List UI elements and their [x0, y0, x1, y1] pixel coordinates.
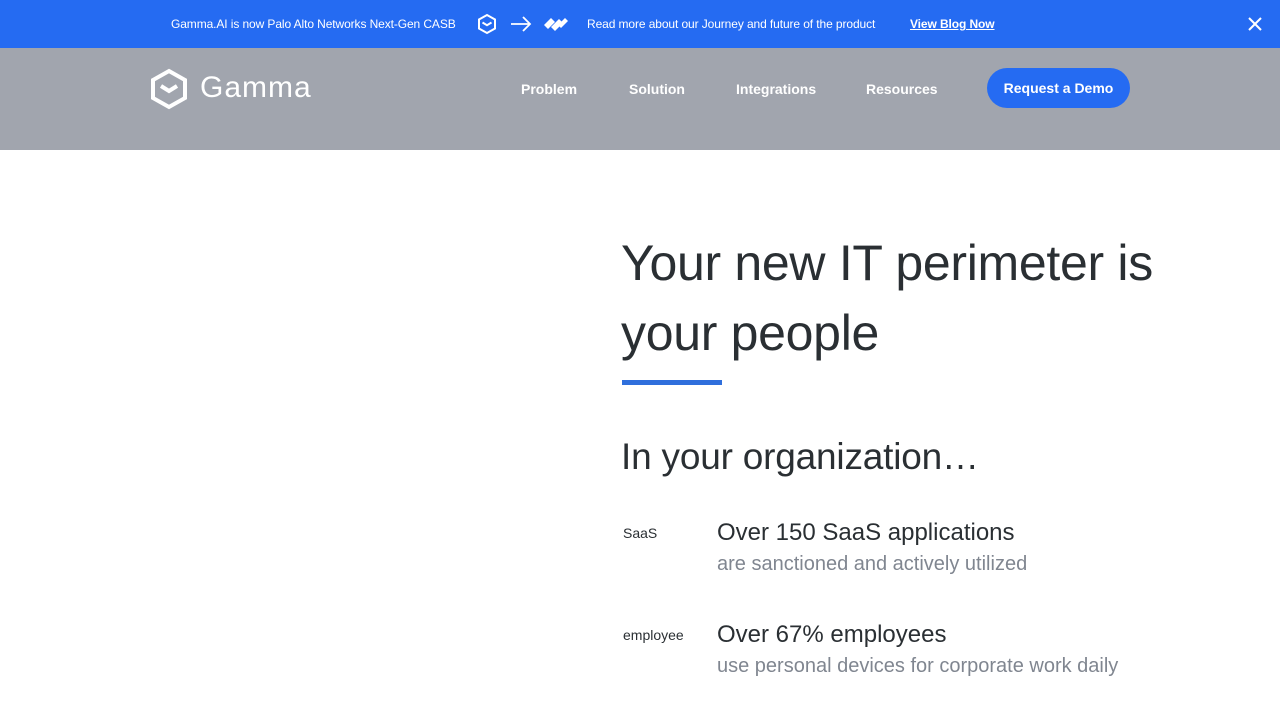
- nav-solution[interactable]: Solution: [629, 81, 685, 97]
- nav-resources[interactable]: Resources: [866, 81, 938, 97]
- hero-title: Your new IT perimeter is your people: [621, 235, 1153, 361]
- stat-subtext: use personal devices for corporate work …: [717, 655, 1119, 677]
- saas-image: SaaS: [622, 525, 657, 541]
- gamma-hexagon-icon: [151, 68, 187, 110]
- employee-image: employee: [622, 627, 684, 643]
- image-alt-text: SaaS: [623, 525, 658, 541]
- announcement-text: Gamma.AI is now Palo Alto Networks Next-…: [171, 17, 456, 31]
- logo-wordmark: Gamma: [200, 71, 312, 104]
- view-blog-link[interactable]: View Blog Now: [910, 17, 995, 31]
- image-alt-text: employee: [623, 627, 684, 643]
- stat-headline: Over 150 SaaS applications: [717, 519, 1015, 546]
- gamma-logo-icon: [478, 13, 496, 35]
- stat-headline: Over 67% employees: [717, 621, 947, 648]
- organization-heading: In your organization…: [621, 436, 979, 477]
- announcement-subtext: Read more about our Journey and future o…: [587, 17, 876, 31]
- arrow-right-icon: [511, 16, 532, 32]
- close-icon[interactable]: [1245, 14, 1265, 34]
- announcement-bar: Gamma.AI is now Palo Alto Networks Next-…: [0, 0, 1280, 48]
- hero-divider: [622, 380, 722, 385]
- palo-alto-logo-icon: [544, 18, 568, 31]
- request-demo-button[interactable]: Request a Demo: [987, 68, 1130, 108]
- stat-subtext: are sanctioned and actively utilized: [717, 553, 1028, 575]
- nav-integrations[interactable]: Integrations: [736, 81, 816, 97]
- nav-problem[interactable]: Problem: [521, 81, 577, 97]
- site-header: Gamma Problem Solution Integrations Reso…: [0, 48, 1280, 150]
